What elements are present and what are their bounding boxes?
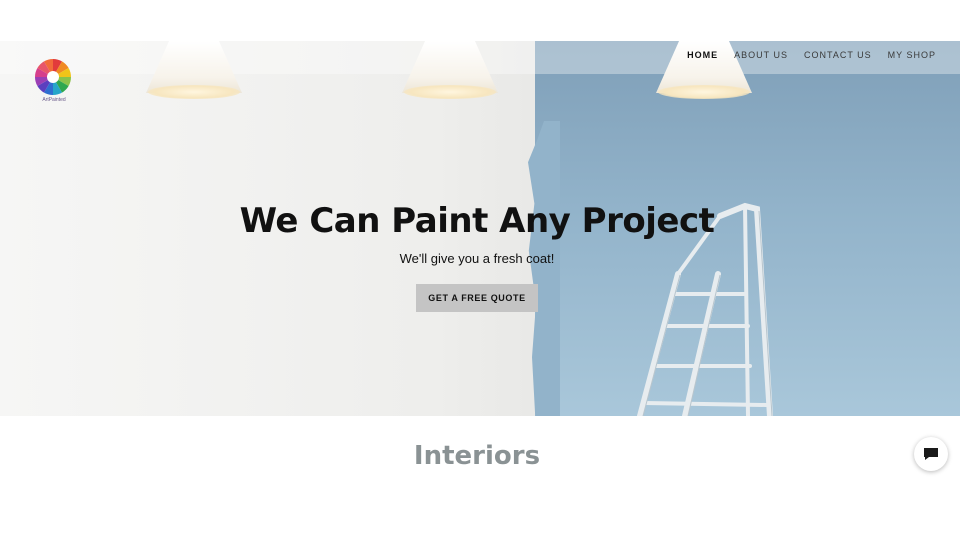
chat-button[interactable] xyxy=(914,437,948,471)
top-navigation: HOME ABOUT US CONTACT US MY SHOP xyxy=(687,50,936,60)
nav-home[interactable]: HOME xyxy=(687,50,718,60)
nav-my-shop[interactable]: MY SHOP xyxy=(888,50,936,60)
nav-about-us[interactable]: ABOUT US xyxy=(734,50,788,60)
lamp-center-glow xyxy=(404,85,496,99)
hero-title: We Can Paint Any Project xyxy=(239,201,715,241)
chat-icon xyxy=(924,448,938,460)
artpainted-logo[interactable]: ArtPainted xyxy=(31,57,77,103)
hero-subtitle: We'll give you a fresh coat! xyxy=(399,251,555,266)
lamp-left-glow xyxy=(148,85,240,99)
get-free-quote-button[interactable]: GET A FREE QUOTE xyxy=(416,284,538,312)
nav-contact-us[interactable]: CONTACT US xyxy=(804,50,872,60)
section-title-interiors: Interiors xyxy=(413,441,541,471)
paint-edge xyxy=(528,121,560,416)
logo-text: ArtPainted xyxy=(42,97,66,103)
